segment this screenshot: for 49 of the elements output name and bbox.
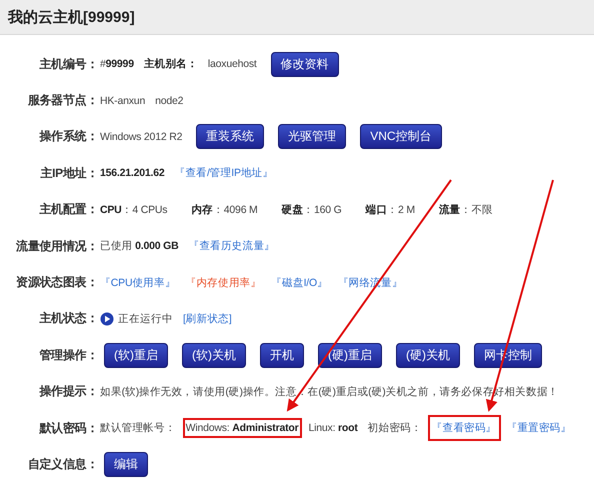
info-text: laoxuehost — [206, 57, 258, 72]
info-text: 端口：2 M — [364, 202, 416, 218]
link[interactable]: 『查看/管理IP地址』 — [170, 160, 278, 186]
link[interactable]: 『CPU使用率』 — [96, 270, 180, 296]
field-label: 自定义信息： — [26, 456, 98, 473]
info-text: 硬盘：160 G — [280, 202, 343, 218]
action-button[interactable]: 光驱管理 — [278, 124, 346, 150]
field-label: 服务器节点： — [26, 92, 98, 110]
highlighted-link[interactable]: 『查看密码』 — [428, 415, 500, 442]
field-label: 操作系统： — [38, 128, 98, 146]
field-label: 主机状态： — [38, 310, 98, 328]
info-text: 主机别名： — [142, 56, 199, 72]
info-text: 初始密码： — [366, 421, 423, 436]
link[interactable]: 『磁盘I/O』 — [267, 270, 332, 296]
field-label: 默认密码： — [38, 420, 98, 437]
action-button[interactable]: (软)关机 — [182, 342, 246, 368]
field-label: 资源状态图表： — [15, 274, 98, 292]
field-label: 管理操作： — [38, 346, 98, 364]
highlighted-text: Windows: Administrator — [182, 418, 302, 438]
action-button[interactable]: VNC控制台 — [360, 124, 442, 150]
action-button[interactable]: (软)重启 — [104, 342, 168, 368]
info-text: CPU：4 CPUs — [99, 202, 168, 218]
field-label: 主IP地址： — [39, 164, 98, 182]
action-button[interactable]: 重装系统 — [196, 124, 264, 150]
info-text: 流量：不限 — [438, 202, 494, 218]
info-text: Windows 2012 R2 — [99, 130, 184, 145]
action-button[interactable]: (硬)关机 — [396, 342, 460, 368]
link[interactable]: [刷新状态] — [179, 306, 236, 332]
info-text: 156.21.201.62 — [99, 166, 166, 182]
action-button[interactable]: 编辑 — [104, 452, 148, 477]
play-icon — [100, 312, 114, 326]
link[interactable]: 『查看历史流量』 — [184, 233, 279, 260]
field-label: 主机配置： — [38, 201, 98, 218]
action-button[interactable]: 开机 — [260, 342, 304, 368]
info-text: node2 — [154, 94, 184, 109]
field-label: 操作提示： — [38, 383, 98, 400]
field-label: 流量使用情况： — [15, 238, 98, 255]
action-button[interactable]: 修改资料 — [270, 52, 339, 77]
info-text: HK-anxun — [99, 94, 146, 109]
info-text: #99999 — [99, 57, 135, 72]
info-text: 默认管理帐号： — [99, 421, 177, 436]
link[interactable]: 『内存使用率』 — [182, 270, 266, 296]
page-title: 我的云主机[99999] — [0, 0, 594, 35]
info-text: 已使用 0.000 GB — [99, 239, 180, 254]
status-text: 正在运行中 — [118, 312, 173, 326]
info-text: 内存：4096 M — [190, 202, 259, 218]
info-text: Linux: root — [308, 421, 359, 436]
link[interactable]: 『重置密码』 — [502, 415, 576, 442]
field-label: 主机编号： — [38, 56, 98, 73]
